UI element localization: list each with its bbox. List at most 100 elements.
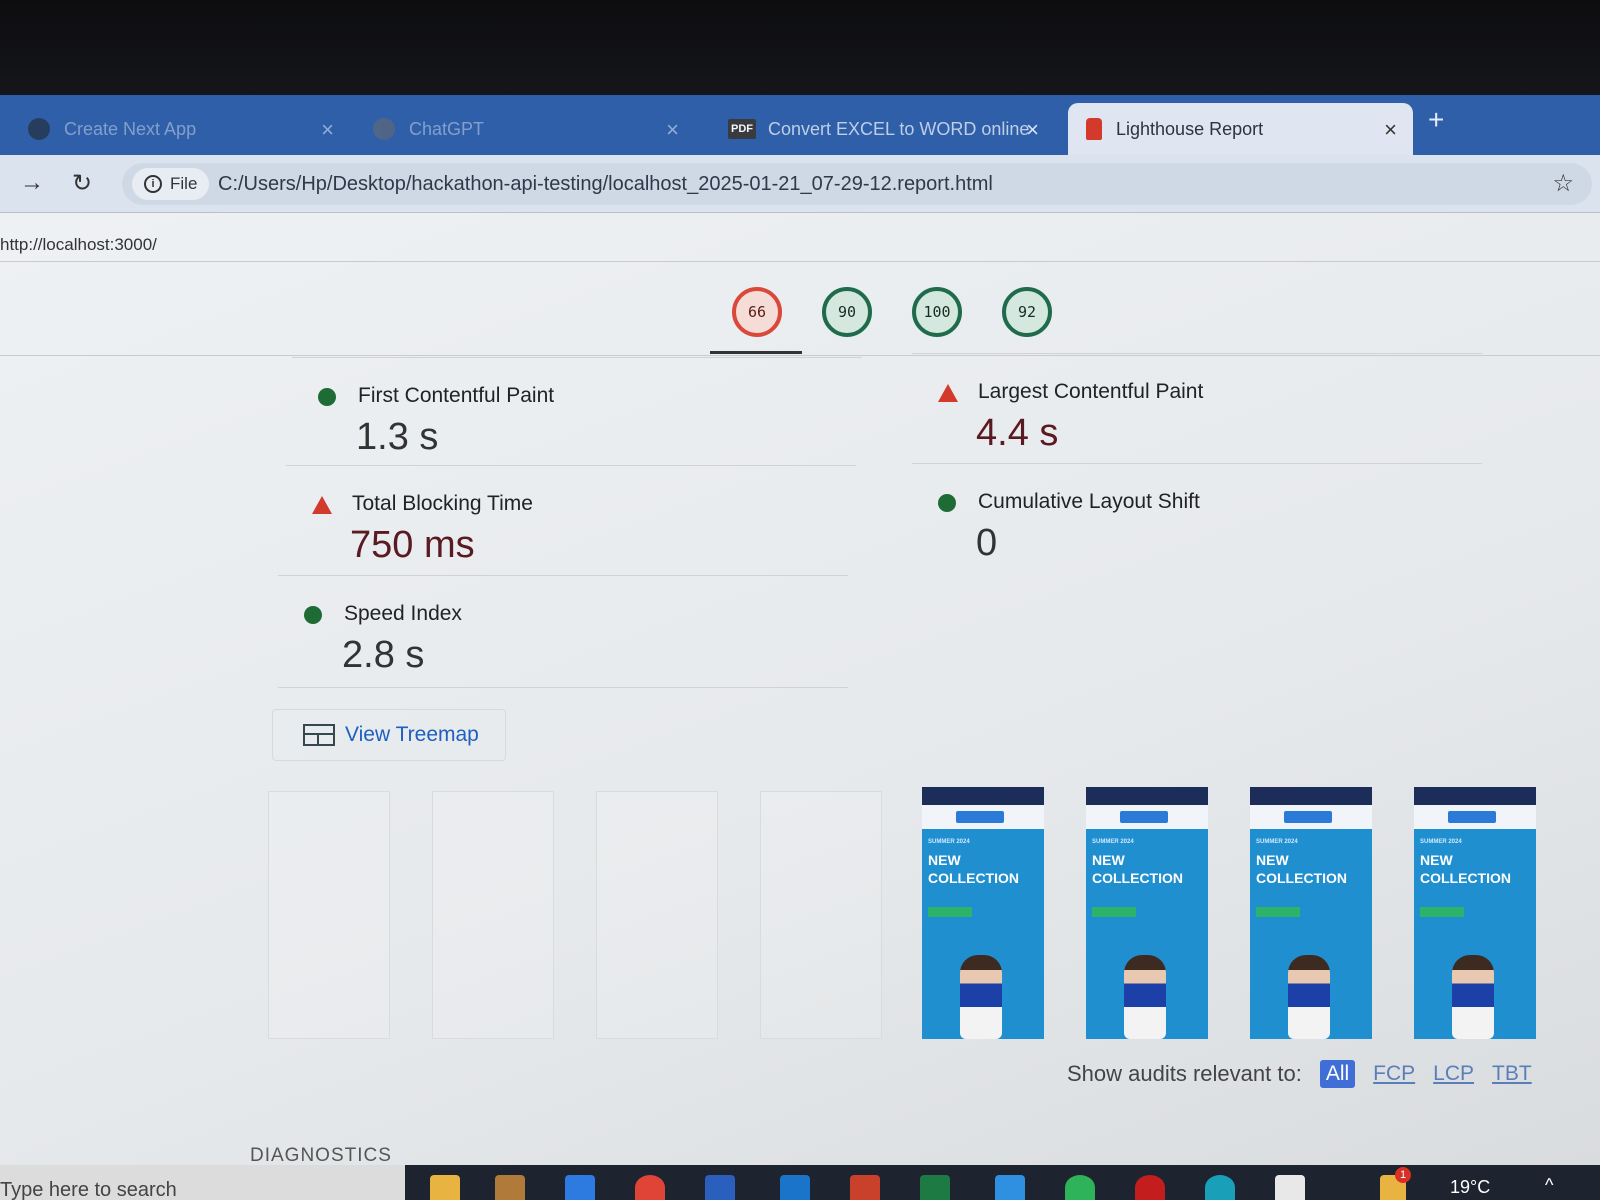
audit-filter-label: Show audits relevant to: bbox=[1067, 1061, 1302, 1086]
metric-value: 0 bbox=[976, 522, 998, 564]
model-image bbox=[960, 955, 1002, 1039]
temperature-text[interactable]: 19°C bbox=[1450, 1177, 1490, 1198]
audit-filter: Show audits relevant to: All FCP LCP TBT bbox=[1067, 1057, 1550, 1091]
next-app-icon bbox=[28, 118, 50, 140]
info-icon: i bbox=[144, 175, 162, 193]
vscode-icon[interactable] bbox=[995, 1175, 1025, 1200]
score-gauge-accessibility[interactable]: 90 bbox=[822, 287, 872, 337]
word-icon[interactable] bbox=[705, 1175, 735, 1200]
pass-dot-icon bbox=[304, 606, 322, 624]
screen-bezel bbox=[0, 0, 1600, 95]
metric-value: 750 ms bbox=[350, 524, 475, 566]
score-gauges: 66 90 100 92 bbox=[710, 287, 1060, 357]
filter-chip-all[interactable]: All bbox=[1319, 1060, 1356, 1088]
metric-speed-index: Speed Index 2.8 s bbox=[278, 575, 848, 687]
frame-small-text: SUMMER 2024 bbox=[928, 839, 970, 845]
address-text[interactable]: C:/Users/Hp/Desktop/hackathon-api-testin… bbox=[218, 173, 993, 196]
site-info-button[interactable]: i File bbox=[132, 168, 210, 200]
frame-title: NEW bbox=[1256, 852, 1289, 868]
fail-triangle-icon bbox=[312, 496, 332, 514]
tab-title: Create Next App bbox=[64, 118, 197, 139]
copilot-icon[interactable] bbox=[565, 1175, 595, 1200]
divider bbox=[0, 261, 1600, 262]
metric-first-contentful-paint: First Contentful Paint 1.3 s bbox=[292, 357, 862, 469]
score-gauge-best-practices[interactable]: 100 bbox=[912, 287, 962, 337]
view-treemap-label: View Treemap bbox=[345, 723, 479, 746]
filter-chip-lcp[interactable]: LCP bbox=[1433, 1062, 1474, 1086]
tab-strip: Create Next App × ChatGPT × PDF Convert … bbox=[0, 95, 1600, 155]
model-image bbox=[1124, 955, 1166, 1039]
metric-label: Cumulative Layout Shift bbox=[978, 490, 1200, 513]
close-icon[interactable]: × bbox=[666, 117, 679, 143]
model-image bbox=[1452, 955, 1494, 1039]
close-icon[interactable]: × bbox=[1026, 117, 1039, 143]
pdf-icon: PDF bbox=[728, 119, 756, 139]
filmstrip-frame: SUMMER 2024 NEW COLLECTION bbox=[922, 787, 1044, 1039]
frame-small-text: SUMMER 2024 bbox=[1092, 839, 1134, 845]
frame-title: COLLECTION bbox=[1256, 870, 1347, 886]
model-image bbox=[1288, 955, 1330, 1039]
taskbar-search[interactable]: Type here to search bbox=[0, 1165, 405, 1200]
chatgpt-icon bbox=[373, 118, 395, 140]
frame-small-text: SUMMER 2024 bbox=[1256, 839, 1298, 845]
metric-label: Speed Index bbox=[344, 602, 462, 625]
filmstrip-frame: SUMMER 2024 NEW COLLECTION bbox=[1086, 787, 1208, 1039]
taskbar: 1 19°C ^ bbox=[405, 1165, 1600, 1200]
frame-small-text: SUMMER 2024 bbox=[1420, 839, 1462, 845]
file-explorer-icon[interactable] bbox=[430, 1175, 460, 1200]
edge-icon[interactable] bbox=[1205, 1175, 1235, 1200]
active-gauge-indicator bbox=[710, 351, 802, 354]
site-info-label: File bbox=[170, 174, 198, 193]
store-icon[interactable] bbox=[495, 1175, 525, 1200]
metric-label: Total Blocking Time bbox=[352, 492, 533, 515]
pass-dot-icon bbox=[318, 388, 336, 406]
tab-create-next-app[interactable]: Create Next App × bbox=[10, 103, 350, 155]
lighthouse-icon bbox=[1086, 118, 1102, 140]
outlook-icon[interactable] bbox=[780, 1175, 810, 1200]
lighthouse-report-page: http://localhost:3000/ 66 90 100 92 Firs… bbox=[0, 213, 1600, 1166]
tab-title: ChatGPT bbox=[409, 118, 485, 139]
filmstrip-frame bbox=[596, 791, 718, 1039]
whatsapp-icon[interactable] bbox=[1065, 1175, 1095, 1200]
filmstrip-frame bbox=[760, 791, 882, 1039]
score-gauge-performance[interactable]: 66 bbox=[732, 287, 782, 337]
diagnostics-heading: DIAGNOSTICS bbox=[250, 1145, 392, 1166]
view-treemap-button[interactable]: View Treemap bbox=[272, 709, 506, 761]
powerpoint-icon[interactable] bbox=[850, 1175, 880, 1200]
score-gauge-seo[interactable]: 92 bbox=[1002, 287, 1052, 337]
excel-icon[interactable] bbox=[920, 1175, 950, 1200]
browser-toolbar: → ↻ i File C:/Users/Hp/Desktop/hackathon… bbox=[0, 155, 1600, 213]
close-icon[interactable]: × bbox=[1384, 117, 1397, 143]
frame-title: NEW bbox=[1092, 852, 1125, 868]
recorder-icon[interactable] bbox=[1135, 1175, 1165, 1200]
document-icon[interactable] bbox=[1275, 1175, 1305, 1200]
metric-value: 2.8 s bbox=[342, 634, 425, 676]
frame-title: COLLECTION bbox=[928, 870, 1019, 886]
forward-icon[interactable]: → bbox=[20, 169, 44, 197]
new-tab-button[interactable]: + bbox=[1428, 104, 1444, 136]
search-placeholder: Type here to search bbox=[0, 1179, 177, 1200]
address-bar[interactable]: i File C:/Users/Hp/Desktop/hackathon-api… bbox=[122, 163, 1592, 205]
filmstrip-frame bbox=[268, 791, 390, 1039]
fail-triangle-icon bbox=[938, 384, 958, 402]
reload-icon[interactable]: ↻ bbox=[72, 169, 92, 198]
tab-lighthouse-report[interactable]: Lighthouse Report × bbox=[1068, 103, 1413, 155]
close-icon[interactable]: × bbox=[321, 117, 334, 143]
filter-chip-fcp[interactable]: FCP bbox=[1373, 1062, 1415, 1086]
metric-value: 1.3 s bbox=[356, 416, 439, 458]
tab-chatgpt[interactable]: ChatGPT × bbox=[355, 103, 695, 155]
tab-title: Lighthouse Report bbox=[1116, 118, 1264, 139]
tab-convert-excel[interactable]: PDF Convert EXCEL to WORD online × bbox=[710, 103, 1055, 155]
bookmark-star-icon[interactable]: ☆ bbox=[1552, 169, 1574, 198]
filter-chip-tbt[interactable]: TBT bbox=[1492, 1062, 1532, 1086]
chrome-icon[interactable] bbox=[635, 1175, 665, 1200]
notification-badge: 1 bbox=[1395, 1167, 1411, 1183]
frame-title: NEW bbox=[928, 852, 961, 868]
metric-largest-contentful-paint: Largest Contentful Paint 4.4 s bbox=[912, 353, 1482, 465]
pass-dot-icon bbox=[938, 494, 956, 512]
chevron-up-icon[interactable]: ^ bbox=[1545, 1175, 1553, 1196]
metric-total-blocking-time: Total Blocking Time 750 ms bbox=[286, 465, 856, 577]
frame-title: COLLECTION bbox=[1420, 870, 1511, 886]
frame-title: COLLECTION bbox=[1092, 870, 1183, 886]
treemap-icon bbox=[303, 724, 335, 746]
